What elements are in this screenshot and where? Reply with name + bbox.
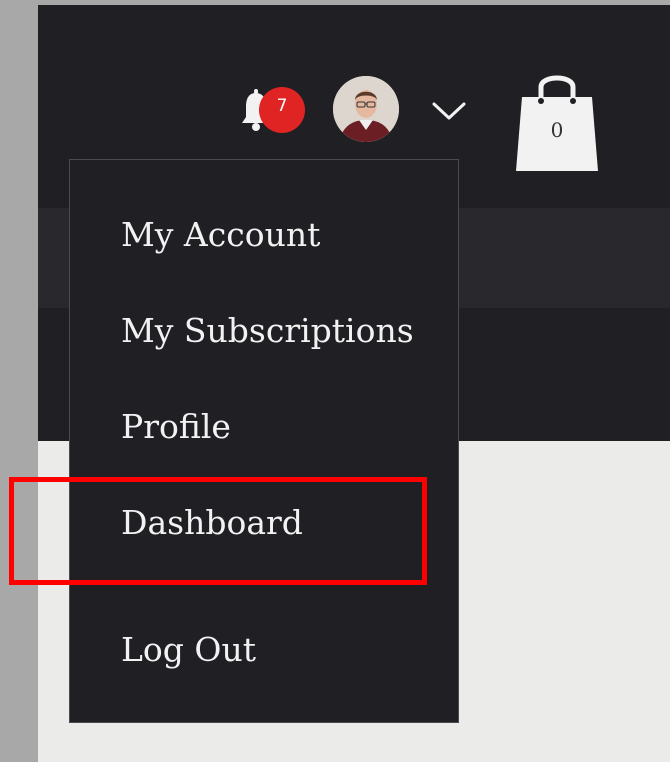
menu-item-dashboard[interactable]: Dashboard — [121, 503, 303, 543]
user-avatar[interactable] — [333, 76, 399, 142]
menu-item-profile[interactable]: Profile — [121, 407, 231, 447]
cart-count: 0 — [550, 118, 564, 142]
avatar-image — [333, 76, 399, 142]
notification-count-badge[interactable]: 7 — [259, 87, 305, 133]
menu-item-my-subscriptions[interactable]: My Subscriptions — [121, 311, 414, 351]
user-dropdown-menu: My Account My Subscriptions Profile Dash… — [69, 159, 459, 723]
menu-item-log-out[interactable]: Log Out — [121, 630, 256, 670]
chevron-down-icon[interactable] — [430, 97, 468, 123]
notification-count: 7 — [276, 96, 288, 116]
menu-item-my-account[interactable]: My Account — [121, 215, 320, 255]
